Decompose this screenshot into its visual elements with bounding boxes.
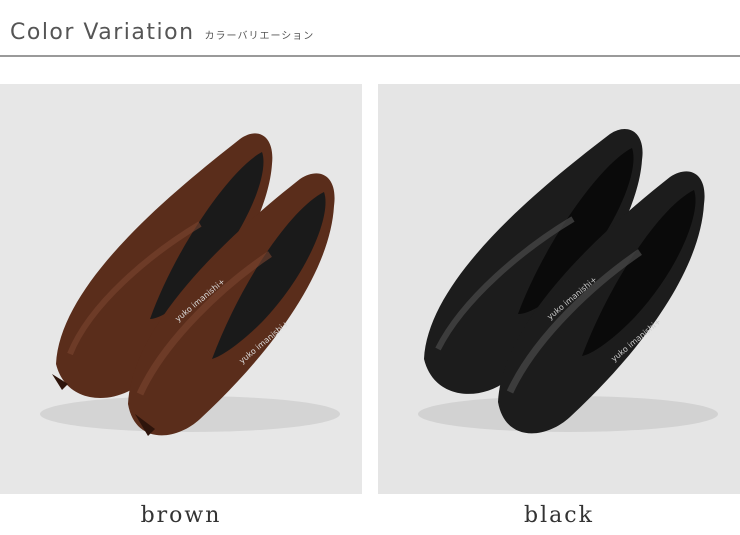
- shoe-photo-brown: yuko imanishi+ yuko imanishi+: [0, 84, 362, 494]
- section-title: Color Variation: [10, 20, 195, 45]
- header-divider: [0, 55, 740, 57]
- section-subtitle: カラーバリエーション: [204, 31, 315, 42]
- shoe-photo-black: yuko imanishi+ yuko imanishi+: [378, 84, 740, 494]
- variant-image-brown[interactable]: yuko imanishi+ yuko imanishi+: [0, 84, 362, 494]
- variant-label-brown: brown: [140, 503, 222, 528]
- section-header: Color Variation カラーバリエーション: [10, 20, 314, 50]
- variant-label-black: black: [524, 503, 594, 528]
- variant-image-black[interactable]: yuko imanishi+ yuko imanishi+: [378, 84, 740, 494]
